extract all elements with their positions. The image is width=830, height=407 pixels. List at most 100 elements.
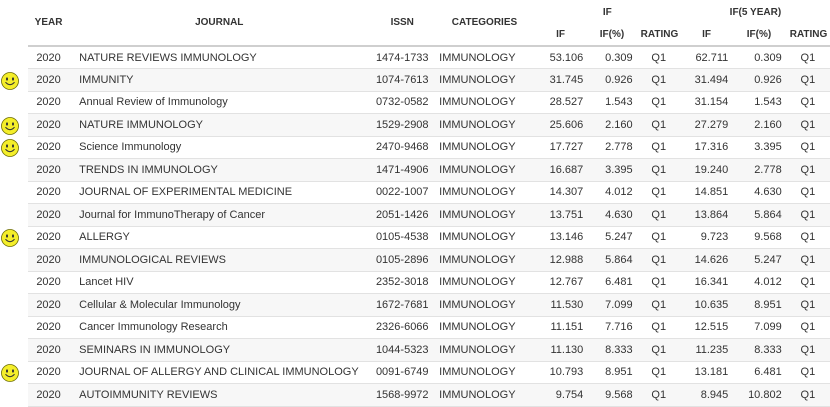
col-header-journal[interactable]: JOURNAL [69, 0, 369, 46]
cell-category: IMMUNOLOGY [439, 51, 516, 64]
table-row[interactable]: 2020 JOURNAL OF ALLERGY AND CLINICAL IMMU… [28, 361, 830, 384]
cell-rating5: Q1 [800, 343, 816, 356]
cell-journal[interactable]: TRENDS IN IMMUNOLOGY [69, 159, 369, 182]
cell-rating5: Q1 [800, 321, 816, 334]
cell-journal[interactable]: Journal for ImmunoTherapy of Cancer [69, 204, 369, 227]
cell-journal[interactable]: Cancer Immunology Research [69, 316, 369, 339]
cell-if5: 11.235 [695, 343, 729, 356]
cell-if5: 14.851 [694, 186, 729, 199]
cell-if: 13.751 [549, 208, 584, 221]
col-header-if5-pct[interactable]: IF(%) [732, 24, 785, 46]
col-header-if5[interactable]: IF [681, 24, 732, 46]
cell-rating5: Q1 [800, 208, 816, 221]
cell-journal[interactable]: ALLERGY [69, 226, 369, 249]
table-row[interactable]: 2020 JOURNAL OF EXPERIMENTAL MEDICINE 0022… [28, 181, 830, 204]
cell-year: 2020 [36, 366, 61, 379]
table-header: YEAR JOURNAL ISSN CATEGORIES IF IF(5 YEA… [28, 0, 830, 46]
cell-if-pct: 8.333 [605, 343, 633, 356]
smiley-icon [1, 363, 19, 382]
cell-if5-pct: 8.951 [754, 298, 782, 311]
table-row[interactable]: 2020 IMMUNITY 1074-7613 IMMUNOLOGY 31.745 0.9… [28, 68, 830, 92]
cell-rating: Q1 [651, 51, 667, 64]
table-row[interactable]: 2020 Cellular & Molecular Immunology 1672-… [28, 293, 830, 317]
cell-rating: Q1 [651, 298, 667, 311]
cell-journal[interactable]: Lancet HIV [69, 271, 369, 294]
cell-if5-pct: 4.630 [754, 186, 782, 199]
cell-if5: 31.494 [694, 73, 729, 86]
cell-rating: Q1 [651, 343, 667, 356]
col-header-if-pct[interactable]: IF(%) [587, 24, 636, 46]
cell-journal[interactable]: JOURNAL OF ALLERGY AND CLINICAL IMMUNOLO… [69, 361, 369, 384]
table-row[interactable]: 2020 Annual Review of Immunology 0732-0582… [28, 91, 830, 114]
cell-category: IMMUNOLOGY [439, 186, 516, 199]
cell-if5-pct: 4.012 [754, 276, 782, 289]
cell-rating: Q1 [651, 163, 667, 176]
cell-issn: 1074-7613 [375, 73, 429, 86]
table-row[interactable]: 2020 NATURE IMMUNOLOGY 1529-2908 IMMUNOLOGY… [28, 113, 830, 137]
cell-rating5: Q1 [800, 73, 816, 86]
cell-rating5: Q1 [800, 96, 816, 109]
table-row[interactable]: 2020 AUTOIMMUNITY REVIEWS 1568-9972 IMMUNOL… [28, 383, 830, 407]
table-row[interactable]: 2020 ALLERGY 0105-4538 IMMUNOLOGY 13.146 5.24… [28, 226, 830, 249]
smiley-icon [1, 71, 19, 90]
cell-if: 13.146 [549, 231, 584, 244]
col-header-categories[interactable]: CATEGORIES [435, 0, 534, 46]
cell-category: IMMUNOLOGY [439, 118, 516, 131]
cell-year: 2020 [36, 343, 61, 356]
table-row[interactable]: 2020 NATURE REVIEWS IMMUNOLOGY 1474-1733 IM… [28, 46, 830, 69]
col-header-rating5[interactable]: RATING [786, 24, 830, 46]
cell-category: IMMUNOLOGY [439, 253, 516, 266]
cell-journal[interactable]: NATURE IMMUNOLOGY [69, 114, 369, 137]
table-row[interactable]: 2020 IMMUNOLOGICAL REVIEWS 0105-2896 IMMUNO… [28, 248, 830, 272]
cell-if-pct: 5.864 [605, 253, 633, 266]
cell-if: 25.606 [549, 118, 584, 131]
cell-if5-pct: 1.543 [754, 96, 782, 109]
cell-if: 12.988 [549, 253, 584, 266]
table-row[interactable]: 2020 TRENDS IN IMMUNOLOGY 1471-4906 IMMUNOL… [28, 158, 830, 182]
table-row[interactable]: 2020 Lancet HIV 2352-3018 IMMUNOLOGY 12.767 6… [28, 271, 830, 294]
table-row[interactable]: 2020 SEMINARS IN IMMUNOLOGY 1044-5323 IMMUN… [28, 338, 830, 362]
col-header-rating[interactable]: RATING [637, 24, 681, 46]
cell-if-pct: 0.926 [605, 73, 633, 86]
cell-issn: 0732-0582 [375, 96, 429, 109]
cell-rating: Q1 [651, 388, 667, 401]
cell-year: 2020 [36, 51, 61, 64]
col-header-issn[interactable]: ISSN [369, 0, 435, 46]
smiley-column [0, 0, 28, 405]
col-header-year[interactable]: YEAR [28, 0, 69, 46]
table-row[interactable]: 2020 Journal for ImmunoTherapy of Cancer 2… [28, 203, 830, 227]
cell-if-pct: 7.099 [605, 298, 633, 311]
cell-journal[interactable]: JOURNAL OF EXPERIMENTAL MEDICINE [69, 181, 369, 204]
cell-year: 2020 [36, 231, 61, 244]
table-body: 2020 NATURE REVIEWS IMMUNOLOGY 1474-1733 IM… [28, 46, 830, 406]
cell-issn: 2326-6066 [375, 321, 429, 334]
cell-journal[interactable]: Cellular & Molecular Immunology [69, 294, 369, 317]
cell-issn: 1471-4906 [375, 163, 429, 176]
col-header-if[interactable]: IF [534, 24, 587, 46]
cell-journal[interactable]: Science Immunology [69, 136, 369, 159]
cell-journal[interactable]: NATURE REVIEWS IMMUNOLOGY [69, 46, 369, 69]
cell-if5: 13.864 [694, 208, 729, 221]
cell-if: 11.151 [550, 321, 584, 334]
table-row[interactable]: 2020 Cancer Immunology Research 2326-6066 I… [28, 316, 830, 339]
cell-journal[interactable]: IMMUNITY [69, 69, 369, 92]
cell-rating5: Q1 [800, 51, 816, 64]
cell-journal[interactable]: Annual Review of Immunology [69, 91, 369, 114]
table-row[interactable]: 2020 Science Immunology 2470-9468 IMMUNOLOG… [28, 136, 830, 159]
cell-rating5: Q1 [800, 186, 816, 199]
cell-category: IMMUNOLOGY [439, 208, 516, 221]
cell-if5-pct: 10.802 [748, 388, 782, 401]
cell-if5: 31.154 [694, 96, 729, 109]
col-group-if: IF [602, 6, 612, 18]
cell-if5-pct: 2.160 [754, 118, 782, 131]
cell-if5: 27.279 [694, 118, 729, 131]
cell-if5-pct: 9.568 [754, 231, 782, 244]
cell-rating5: Q1 [800, 366, 816, 379]
cell-journal[interactable]: AUTOIMMUNITY REVIEWS [69, 384, 369, 407]
cell-journal[interactable]: IMMUNOLOGICAL REVIEWS [69, 249, 369, 272]
cell-year: 2020 [36, 388, 61, 401]
cell-journal[interactable]: SEMINARS IN IMMUNOLOGY [69, 339, 369, 362]
cell-rating: Q1 [651, 141, 667, 154]
cell-if-pct: 4.630 [605, 208, 633, 221]
cell-rating: Q1 [651, 366, 667, 379]
